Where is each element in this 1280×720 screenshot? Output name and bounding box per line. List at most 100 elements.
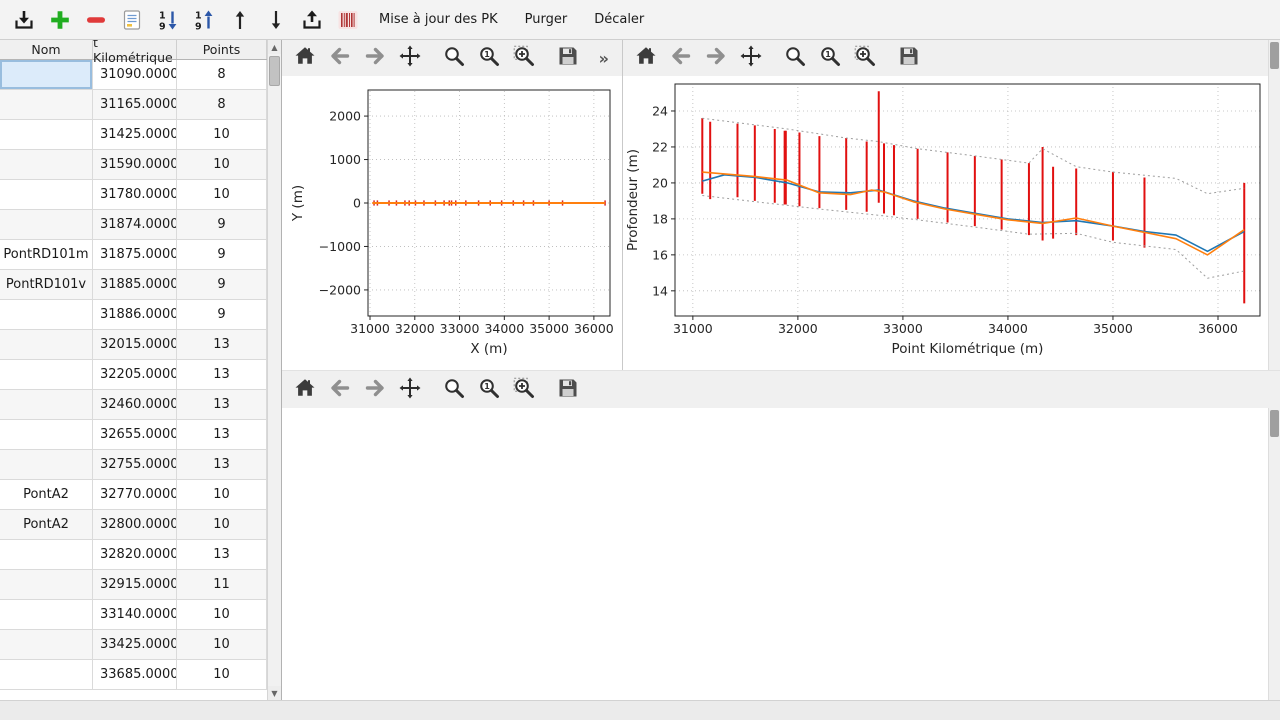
table-cell[interactable]: 13 [177, 420, 267, 450]
table-cell[interactable]: 10 [177, 120, 267, 150]
table-cell[interactable]: PontA2 [0, 480, 93, 510]
table-cell[interactable]: 31874.0000 [93, 210, 177, 240]
table-cell[interactable]: 9 [177, 210, 267, 240]
table-cell[interactable]: 32915.0000 [93, 570, 177, 600]
table-cell[interactable]: PontA2 [0, 510, 93, 540]
table-row[interactable]: 31090.00008 [0, 60, 267, 90]
table-cell[interactable]: 31090.0000 [93, 60, 177, 90]
table-cell[interactable]: 32800.0000 [93, 510, 177, 540]
table-cell[interactable]: 10 [177, 510, 267, 540]
table-cell[interactable] [0, 660, 93, 690]
sort-ascending-button[interactable]: 19 [188, 4, 219, 35]
table-cell[interactable]: 13 [177, 360, 267, 390]
table-cell[interactable]: 13 [177, 390, 267, 420]
update-pk-button[interactable]: Mise à jour des PK [368, 7, 509, 32]
table-cell[interactable]: 31885.0000 [93, 270, 177, 300]
table-cell[interactable]: 11 [177, 570, 267, 600]
scrollbar-track[interactable] [268, 54, 281, 686]
forward-button[interactable] [362, 377, 388, 403]
home-button[interactable] [292, 45, 318, 71]
table-cell[interactable] [0, 90, 93, 120]
table-row[interactable]: 32755.000013 [0, 450, 267, 480]
table-cell[interactable] [0, 600, 93, 630]
table-cell[interactable] [0, 450, 93, 480]
export-button[interactable] [296, 4, 327, 35]
plan-figure[interactable]: 310003200033000340003500036000−2000−1000… [282, 76, 622, 370]
toolbar-overflow-button[interactable]: » [596, 49, 612, 68]
table-cell[interactable]: 32770.0000 [93, 480, 177, 510]
table-cell[interactable] [0, 60, 93, 90]
back-button[interactable] [327, 45, 353, 71]
table-row[interactable]: 33425.000010 [0, 630, 267, 660]
zoom-button[interactable] [441, 377, 467, 403]
table-cell[interactable] [0, 420, 93, 450]
table-row[interactable]: 31165.00008 [0, 90, 267, 120]
table-row[interactable]: PontA232800.000010 [0, 510, 267, 540]
table-cell[interactable]: 10 [177, 180, 267, 210]
table-cell[interactable]: PontRD101v [0, 270, 93, 300]
sections-button[interactable] [332, 4, 363, 35]
purge-button[interactable]: Purger [514, 7, 579, 32]
scrollbar-thumb[interactable] [1270, 42, 1279, 69]
table-row[interactable]: PontRD101m31875.00009 [0, 240, 267, 270]
table-row[interactable]: 32915.000011 [0, 570, 267, 600]
table-cell[interactable]: 32820.0000 [93, 540, 177, 570]
zoom-button[interactable] [441, 45, 467, 71]
import-button[interactable] [8, 4, 39, 35]
sort-descending-button[interactable]: 19 [152, 4, 183, 35]
table-scrollbar[interactable]: ▲ ▼ [267, 40, 281, 700]
move-up-button[interactable] [224, 4, 255, 35]
pan-button[interactable] [738, 45, 764, 71]
table-cell[interactable]: 31425.0000 [93, 120, 177, 150]
table-cell[interactable]: 9 [177, 240, 267, 270]
table-cell[interactable]: 31875.0000 [93, 240, 177, 270]
table-row[interactable]: 32460.000013 [0, 390, 267, 420]
edit-list-button[interactable] [116, 4, 147, 35]
column-header[interactable]: Nom [0, 40, 93, 59]
table-cell[interactable]: 31590.0000 [93, 150, 177, 180]
forward-button[interactable] [703, 45, 729, 71]
table-cell[interactable]: 13 [177, 540, 267, 570]
table-cell[interactable] [0, 390, 93, 420]
table-cell[interactable] [0, 300, 93, 330]
zoom-one-button[interactable]: 1 [817, 45, 843, 71]
table-row[interactable]: PontA232770.000010 [0, 480, 267, 510]
bottom-figure[interactable] [282, 408, 1268, 700]
zoom-one-button[interactable]: 1 [476, 377, 502, 403]
delete-button[interactable] [80, 4, 111, 35]
table-cell[interactable]: 32205.0000 [93, 360, 177, 390]
table-cell[interactable]: 33425.0000 [93, 630, 177, 660]
profile-figure[interactable]: 3100032000330003400035000360001416182022… [623, 76, 1268, 370]
table-cell[interactable]: 10 [177, 480, 267, 510]
table-cell[interactable]: 13 [177, 330, 267, 360]
table-row[interactable]: 31886.00009 [0, 300, 267, 330]
zoom-one-button[interactable]: 1 [476, 45, 502, 71]
table-cell[interactable]: 8 [177, 60, 267, 90]
table-cell[interactable]: 9 [177, 300, 267, 330]
back-button[interactable] [668, 45, 694, 71]
zoom-plus-button[interactable] [511, 377, 537, 403]
bottom-scrollbar[interactable] [1268, 408, 1280, 700]
pan-button[interactable] [397, 377, 423, 403]
table-cell[interactable]: 32460.0000 [93, 390, 177, 420]
table-row[interactable]: 31425.000010 [0, 120, 267, 150]
table-cell[interactable]: 9 [177, 270, 267, 300]
table-row[interactable]: 32820.000013 [0, 540, 267, 570]
table-cell[interactable] [0, 210, 93, 240]
scroll-up-arrow-icon[interactable]: ▲ [268, 40, 281, 54]
back-button[interactable] [327, 377, 353, 403]
column-header[interactable]: t Kilométrique [93, 40, 177, 59]
home-button[interactable] [292, 377, 318, 403]
add-button[interactable] [44, 4, 75, 35]
save-button[interactable] [555, 45, 581, 71]
table-cell[interactable]: 10 [177, 600, 267, 630]
table-cell[interactable] [0, 630, 93, 660]
table-cell[interactable]: 13 [177, 450, 267, 480]
table-cell[interactable] [0, 570, 93, 600]
table-cell[interactable]: 32015.0000 [93, 330, 177, 360]
table-row[interactable]: 32205.000013 [0, 360, 267, 390]
table-row[interactable]: 32655.000013 [0, 420, 267, 450]
table-cell[interactable] [0, 330, 93, 360]
table-row[interactable]: 31590.000010 [0, 150, 267, 180]
table-cell[interactable]: 31165.0000 [93, 90, 177, 120]
